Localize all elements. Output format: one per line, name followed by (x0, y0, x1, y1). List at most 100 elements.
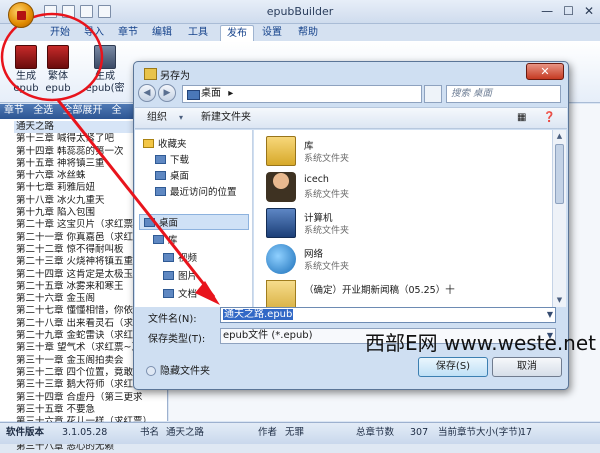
epubbuilder-window: epubBuilder — ☐ ✕ 开始 导入 章节 编辑 工具 发布 设置 帮… (0, 0, 600, 452)
video-icon (163, 253, 174, 262)
back-button[interactable]: ◀ (138, 84, 156, 102)
window-controls: — ☐ ✕ (541, 4, 594, 18)
chapter-label: 章节 (4, 105, 24, 116)
encrypted-epub-button[interactable]: 生成epub(密 (76, 45, 134, 95)
filetype-label: 保存类型(T): (148, 334, 206, 345)
scroll-thumb[interactable] (555, 144, 564, 204)
expand-all-button[interactable]: 全部展开 (62, 105, 102, 116)
recent-places-item[interactable]: 最近访问的位置 (155, 184, 237, 198)
author-value: 无罪 (285, 427, 305, 438)
favorites-item[interactable]: 收藏夹 (143, 136, 187, 150)
folder-icon (266, 280, 296, 307)
epub-icon (47, 45, 69, 69)
book-value: 通天之路 (166, 427, 205, 438)
scroll-up-icon[interactable]: ▲ (555, 132, 564, 141)
app-menu-button[interactable] (8, 2, 34, 28)
help-icon[interactable]: ❓ (543, 108, 555, 128)
download-folder-icon (155, 155, 166, 164)
star-icon (143, 139, 154, 148)
chevron-up-icon (146, 366, 156, 376)
watermark-text: 西部E网 www.weste.net (365, 331, 596, 355)
file-name: 网络 (304, 249, 324, 260)
filename-value: 通天之路.epub (223, 309, 294, 320)
hide-folders-toggle[interactable]: 隐藏文件夹 (146, 362, 210, 377)
version-label: 软件版本 (6, 427, 45, 438)
maximize-button[interactable]: ☐ (563, 4, 574, 18)
command-bar: 组织 ▾ 新建文件夹 ▦ ❓ (135, 107, 567, 129)
book-label: 书名 (140, 427, 160, 438)
version-value: 3.1.05.28 (62, 427, 108, 438)
new-folder-button[interactable]: 新建文件夹 (201, 108, 251, 128)
chapter-item[interactable]: 第三十五章 不要急 (16, 404, 167, 416)
recent-icon (155, 187, 166, 196)
chapter-size-value: 17 (520, 427, 533, 438)
filetype-value: epub文件 (*.epub) (223, 330, 313, 341)
organize-button[interactable]: 组织 (147, 108, 167, 128)
epub-icon (15, 45, 37, 69)
chevron-down-icon[interactable]: ▼ (547, 308, 553, 322)
downloads-item[interactable]: 下载 (155, 152, 189, 166)
traditional-epub-button[interactable]: 繁体 epub (40, 45, 76, 95)
file-list-scrollbar[interactable]: ▲ ▼ (552, 130, 566, 307)
filename-label: 文件名(N): (148, 314, 197, 325)
tab-settings[interactable]: 设置 (256, 25, 288, 41)
view-options-icon[interactable]: ▦ (517, 108, 526, 128)
tab-chapter[interactable]: 章节 (112, 25, 144, 41)
button-label: 生成 (16, 71, 36, 82)
desktop-icon (144, 218, 155, 227)
minimize-button[interactable]: — (541, 4, 553, 18)
filename-input[interactable]: 通天之路.epub ▼ (220, 307, 556, 323)
videos-item[interactable]: 视频 (163, 250, 197, 264)
book-icon (94, 45, 116, 69)
documents-item[interactable]: 文档 (163, 286, 197, 300)
search-input[interactable]: 搜索 桌面 (446, 85, 561, 103)
select-all-button[interactable]: 全选 (33, 105, 53, 116)
tab-start[interactable]: 开始 (44, 25, 76, 41)
tab-edit[interactable]: 编辑 (146, 25, 178, 41)
chapter-item[interactable]: 第三十四章 合虚丹（第三更求 (16, 392, 167, 404)
chevron-down-icon: ▾ (179, 113, 184, 122)
computer-icon (266, 208, 296, 238)
network-icon (266, 244, 296, 274)
desktop-icon (155, 171, 166, 180)
address-text: 桌面 (201, 88, 221, 99)
pictures-item[interactable]: 图片 (163, 268, 197, 282)
desktop-favorite-item[interactable]: 桌面 (155, 168, 189, 182)
generate-epub-button[interactable]: 生成 epub (8, 45, 44, 95)
close-window-button[interactable]: ✕ (584, 4, 594, 18)
total-chapters-value: 307 (410, 427, 429, 438)
tab-help[interactable]: 帮助 (292, 25, 324, 41)
navigation-pane: 收藏夹 下载 桌面 最近访问的位置 桌面 库 视频 图片 文档 (135, 130, 253, 307)
scroll-down-icon[interactable]: ▼ (555, 296, 564, 305)
tab-publish[interactable]: 发布 (220, 25, 254, 41)
dialog-title: 另存为 (144, 67, 190, 82)
title-bar: epubBuilder — ☐ ✕ (0, 0, 600, 24)
picture-icon (163, 271, 174, 280)
navigation-bar: ◀ ▶ 桌面 ▸ 搜索 桌面 (138, 84, 566, 106)
collapse-button[interactable]: 全 (112, 105, 122, 116)
library-icon (266, 136, 296, 166)
refresh-icon[interactable] (424, 85, 442, 103)
file-name: 计算机 (304, 213, 333, 224)
libraries-item[interactable]: 库 (153, 232, 178, 246)
app-title: epubBuilder (266, 5, 334, 18)
button-label: epub (13, 83, 39, 94)
file-description: 系统文件夹 (304, 190, 350, 200)
cancel-button[interactable]: 取消 (492, 357, 562, 377)
total-chapters-label: 总章节数 (356, 427, 395, 438)
desktop-item[interactable]: 桌面 (139, 214, 249, 230)
dialog-close-button[interactable]: ✕ (526, 63, 564, 80)
author-label: 作者 (258, 427, 278, 438)
address-bar[interactable]: 桌面 ▸ (182, 85, 422, 103)
forward-button[interactable]: ▶ (158, 84, 176, 102)
save-button[interactable]: 保存(S) (418, 357, 488, 377)
button-label: epub (45, 83, 71, 94)
ribbon-tabs: 开始 导入 章节 编辑 工具 发布 设置 帮助 (0, 24, 600, 41)
chapter-size-label: 当前章节大小(字节) (438, 427, 522, 438)
file-description: 系统文件夹 (304, 154, 350, 164)
file-name: icech (304, 174, 329, 185)
chevron-right-icon[interactable]: ▸ (228, 88, 233, 99)
tab-tools[interactable]: 工具 (182, 25, 214, 41)
file-name: （确定）开业期新闻稿（05.25）十 (304, 285, 455, 296)
tab-import[interactable]: 导入 (78, 25, 110, 41)
